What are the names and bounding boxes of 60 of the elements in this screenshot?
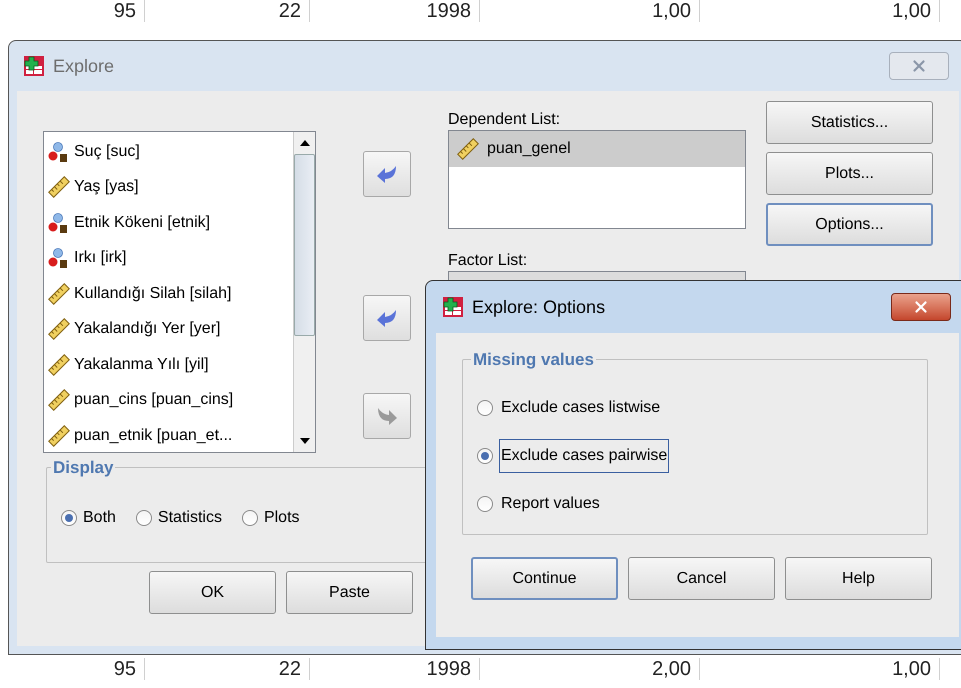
app-icon	[442, 296, 464, 318]
dialog-button[interactable]: Cancel	[628, 557, 775, 600]
app-icon	[23, 55, 45, 77]
scroll-thumb[interactable]	[294, 154, 315, 336]
table-cell: 22	[145, 658, 310, 680]
dialog-button[interactable]: Statistics...	[766, 101, 933, 144]
table-cell: 95	[0, 0, 145, 22]
close-button[interactable]	[891, 293, 951, 321]
dialog-button[interactable]: Continue	[471, 557, 618, 600]
radio-label[interactable]: Plots	[264, 506, 300, 530]
variable-item[interactable]: puan_cins [puan_cins]	[48, 384, 293, 416]
move-button[interactable]	[363, 151, 411, 197]
table-cell: 2,00	[480, 658, 700, 680]
table-cell: 1,00	[700, 0, 940, 22]
radio-label[interactable]: Both	[83, 506, 116, 530]
window-title: Explore: Options	[472, 296, 606, 319]
variable-item[interactable]: Irkı [irk]	[48, 242, 293, 274]
variable-item[interactable]: Yakalandığı Yer [yer]	[48, 314, 293, 345]
list-item[interactable]: puan_genel	[449, 131, 745, 167]
nominal-variable-icon	[48, 247, 70, 270]
scrollbar[interactable]	[293, 132, 315, 452]
dialog-button[interactable]: Help	[785, 557, 932, 600]
radio-button[interactable]	[477, 448, 493, 464]
table-cell: 1998	[310, 0, 480, 22]
radio-button[interactable]	[477, 496, 493, 512]
dependent-list[interactable]: puan_genel	[448, 130, 746, 229]
radio-label[interactable]: Exclude cases pairwise	[499, 439, 670, 473]
left-arrow-icon	[376, 165, 398, 183]
window-title: Explore	[53, 54, 114, 78]
table-cell: 95	[0, 658, 145, 680]
table-cell: 1998	[310, 658, 480, 680]
field-label: Dependent List:	[448, 110, 562, 130]
dialog-button[interactable]: Plots...	[766, 152, 933, 195]
variable-item[interactable]: Yaş [yas]	[48, 172, 293, 203]
radio-label[interactable]: Report values	[499, 487, 602, 521]
variable-item[interactable]: Suç [suc]	[48, 136, 293, 168]
table-cell: 1,00	[480, 0, 700, 22]
variable-item[interactable]: Kullandığı Silah [silah]	[48, 278, 293, 310]
dialog-button[interactable]: Paste	[286, 571, 413, 614]
move-button[interactable]	[363, 295, 411, 341]
scroll-down-icon[interactable]	[300, 438, 310, 444]
right-arrow-icon	[376, 407, 398, 425]
radio-label[interactable]: Exclude cases listwise	[499, 391, 662, 425]
nominal-variable-icon	[48, 212, 70, 234]
radio-button[interactable]	[61, 510, 77, 526]
radio-label[interactable]: Statistics	[158, 506, 222, 530]
table-cell: 1,00	[700, 658, 940, 680]
radio-button[interactable]	[136, 510, 152, 526]
field-label: Factor List:	[448, 251, 528, 271]
nominal-variable-icon	[48, 140, 70, 163]
variable-item[interactable]: Yakalanma Yılı [yil]	[48, 349, 293, 380]
radio-button[interactable]	[477, 400, 493, 416]
variable-item[interactable]: Etnik Kökeni [etnik]	[48, 207, 293, 238]
dialog-button[interactable]: OK	[149, 571, 276, 614]
radio-button[interactable]	[242, 510, 258, 526]
table-cell: 22	[145, 0, 310, 22]
variable-item[interactable]: puan_etnik [puan_et...	[48, 420, 293, 452]
dialog-button[interactable]: Options...	[766, 203, 933, 246]
scroll-up-icon[interactable]	[300, 140, 310, 146]
left-arrow-icon	[376, 309, 398, 327]
